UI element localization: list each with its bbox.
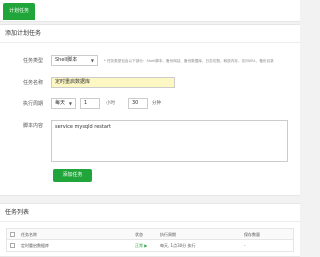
period-label: 执行周期: [22, 101, 43, 107]
add-task-title: 添加计划任务: [5, 30, 42, 37]
tab-scheduled-tasks[interactable]: 计划任务: [3, 3, 36, 20]
chevron-down-icon: ▼: [68, 101, 72, 106]
row-checkbox[interactable]: [10, 243, 15, 248]
add-task-panel: 添加计划任务 任务类型 Shell脚本 ▼ * 任务类型包含以下部分：Shell…: [0, 24, 300, 196]
header-status: 状态: [135, 232, 143, 237]
task-list-title: 任务列表: [5, 209, 30, 216]
row-period: 每天, 1点30分 执行: [160, 243, 196, 248]
minute-unit: 分钟: [152, 101, 161, 106]
header-save-count: 保存数量: [244, 232, 260, 237]
hour-input[interactable]: 1: [80, 98, 100, 109]
period-type-value: 每天: [55, 100, 66, 106]
add-task-button[interactable]: 添加任务: [53, 169, 92, 182]
header-task-name: 任务名称: [21, 232, 37, 237]
header-period: 执行周期: [160, 232, 176, 237]
row-save-count: -: [244, 243, 246, 248]
task-type-hint: * 任务类型包含以下部分：Shell脚本、备份网站、备份数据库、日志切割、释放内…: [104, 59, 274, 63]
add-task-header: 添加计划任务: [0, 25, 300, 43]
hour-unit: 小时: [106, 101, 115, 106]
task-type-value: Shell脚本: [55, 57, 78, 63]
period-type-select[interactable]: 每天 ▼: [51, 98, 76, 109]
script-label: 脚本内容: [22, 123, 43, 129]
minute-input[interactable]: 30: [128, 98, 148, 109]
task-name-input[interactable]: 定时重启数据库: [51, 77, 175, 88]
task-list-header: 任务列表: [0, 204, 300, 222]
row-status[interactable]: 正常 ▶: [135, 240, 147, 251]
task-type-select[interactable]: Shell脚本 ▼: [51, 55, 98, 66]
task-table: 任务名称 状态 执行周期 保存数量 定时重启数据库 正常 ▶ 每天, 1点30分…: [6, 228, 294, 252]
task-name-label: 任务名称: [22, 80, 43, 86]
script-textarea[interactable]: service mysqld restart: [51, 120, 288, 162]
row-task-name: 定时重启数据库: [21, 243, 49, 248]
chevron-down-icon: ▼: [90, 58, 94, 63]
table-row[interactable]: 定时重启数据库 正常 ▶ 每天, 1点30分 执行 -: [7, 240, 293, 251]
task-list-panel: 任务列表 任务名称 状态 执行周期 保存数量 定时重启数据库 正常 ▶ 每天, …: [0, 203, 300, 257]
select-all-checkbox[interactable]: [10, 232, 15, 237]
table-header-row: 任务名称 状态 执行周期 保存数量: [7, 229, 293, 240]
task-type-label: 任务类型: [22, 58, 43, 64]
top-tab-bar: 计划任务: [0, 0, 300, 22]
